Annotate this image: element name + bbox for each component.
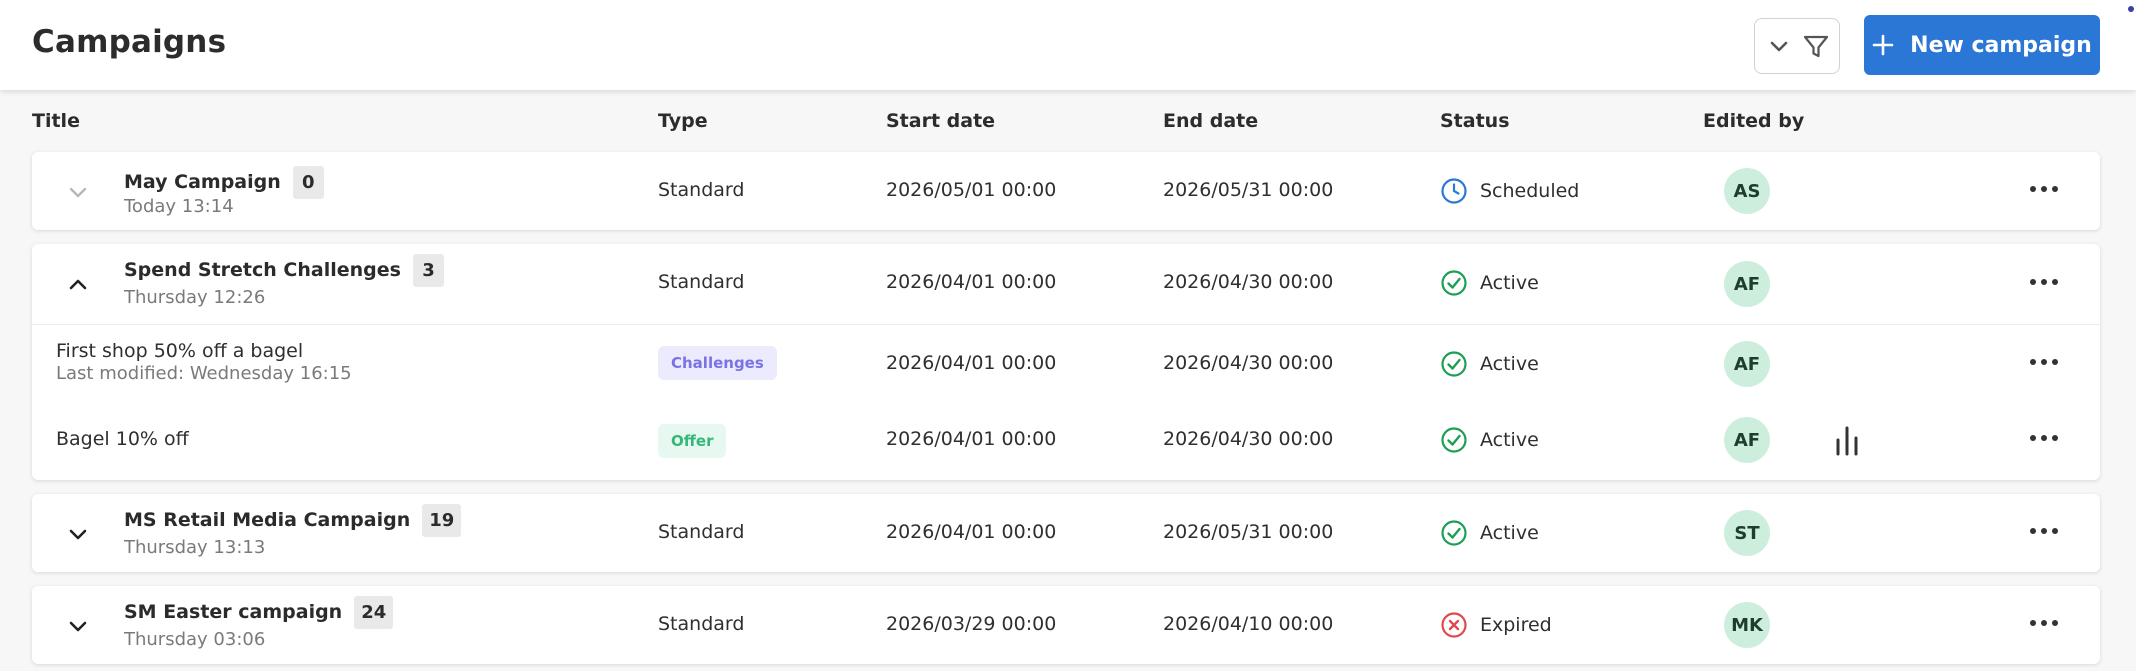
- status-badge: Active: [1440, 350, 1539, 378]
- more-horizontal-icon[interactable]: [2030, 620, 2060, 630]
- notification-dot: [2128, 6, 2134, 12]
- campaign-modified: Thursday 13:13: [124, 537, 266, 558]
- more-horizontal-icon[interactable]: [2030, 359, 2060, 369]
- filter-button[interactable]: [1754, 18, 1840, 74]
- top-bar: Campaigns New campaign: [0, 0, 2136, 90]
- campaign-title-text: Spend Stretch Challenges: [124, 259, 401, 281]
- campaign-title[interactable]: MS Retail Media Campaign 19: [124, 504, 462, 537]
- campaign-end-date: 2026/04/30 00:00: [1163, 271, 1334, 293]
- column-end-date[interactable]: End date: [1163, 110, 1258, 132]
- table-row[interactable]: Spend Stretch Challenges 3 Thursday 12:26…: [32, 244, 2100, 324]
- avatar: AF: [1724, 417, 1770, 463]
- chevron-down-icon: [1770, 41, 1788, 52]
- campaign-type: Standard: [658, 521, 745, 543]
- avatar: MK: [1724, 602, 1770, 648]
- status-badge: Active: [1440, 519, 1539, 547]
- status-badge: Active: [1440, 269, 1539, 297]
- campaign-title[interactable]: Spend Stretch Challenges 3: [124, 254, 444, 287]
- chevron-down-icon[interactable]: [62, 176, 94, 208]
- type-badge: Challenges: [658, 346, 777, 380]
- column-status[interactable]: Status: [1440, 110, 1510, 132]
- check-circle-icon: [1441, 270, 1467, 296]
- filter-funnel-icon: [1803, 35, 1829, 58]
- bar-chart-icon[interactable]: [1832, 424, 1862, 456]
- status-label: Scheduled: [1480, 180, 1580, 202]
- column-type[interactable]: Type: [658, 110, 708, 132]
- check-circle-icon: [1441, 427, 1467, 453]
- new-campaign-button[interactable]: New campaign: [1864, 15, 2100, 75]
- campaign-modified: Thursday 03:06: [124, 629, 266, 650]
- campaign-start-date: 2026/04/01 00:00: [886, 271, 1057, 293]
- campaign-type: Standard: [658, 613, 745, 635]
- more-horizontal-icon[interactable]: [2030, 528, 2060, 538]
- x-circle-icon: [1441, 612, 1467, 638]
- campaign-title[interactable]: May Campaign 0: [124, 166, 324, 199]
- table-header: Title Type Start date End date Status Ed…: [0, 110, 2136, 140]
- campaign-type: Standard: [658, 271, 745, 293]
- campaign-title-text: MS Retail Media Campaign: [124, 509, 411, 531]
- new-campaign-label: New campaign: [1910, 32, 2092, 58]
- campaign-modified: Thursday 12:26: [124, 287, 266, 308]
- status-label: Active: [1480, 272, 1539, 294]
- column-title[interactable]: Title: [32, 110, 80, 132]
- status-label: Active: [1480, 429, 1539, 451]
- campaign-card: Spend Stretch Challenges 3 Thursday 12:26…: [32, 244, 2100, 480]
- more-horizontal-icon[interactable]: [2030, 186, 2060, 196]
- offer-title[interactable]: First shop 50% off a bagel: [56, 340, 303, 362]
- status-label: Active: [1480, 353, 1539, 375]
- check-circle-icon: [1441, 520, 1467, 546]
- avatar: AF: [1724, 261, 1770, 307]
- column-edited-by[interactable]: Edited by: [1703, 110, 1804, 132]
- campaign-end-date: 2026/05/31 00:00: [1163, 521, 1334, 543]
- campaign-title-text: May Campaign: [124, 171, 281, 193]
- more-horizontal-icon[interactable]: [2030, 435, 2060, 445]
- campaign-card: MS Retail Media Campaign 19 Thursday 13:1…: [32, 494, 2100, 572]
- avatar: AF: [1724, 341, 1770, 387]
- child-row[interactable]: First shop 50% off a bagel Last modified…: [32, 325, 2100, 400]
- plus-icon: [1872, 34, 1894, 56]
- campaign-count-badge: 0: [292, 166, 324, 199]
- offer-title[interactable]: Bagel 10% off: [56, 428, 189, 450]
- offer-start-date: 2026/04/01 00:00: [886, 428, 1057, 450]
- campaign-title-text: SM Easter campaign: [124, 601, 343, 623]
- offer-modified: Last modified: Wednesday 16:15: [56, 363, 352, 384]
- type-badge: Offer: [658, 424, 727, 458]
- more-horizontal-icon[interactable]: [2030, 279, 2060, 289]
- status-badge: Active: [1440, 426, 1539, 454]
- check-circle-icon: [1441, 351, 1467, 377]
- table-row[interactable]: SM Easter campaign 24 Thursday 03:06 Stan…: [32, 586, 2100, 664]
- campaign-modified: Today 13:14: [124, 196, 234, 217]
- chevron-down-icon[interactable]: [62, 610, 94, 642]
- campaign-card: May Campaign 0 Today 13:14 Standard 2026/…: [32, 152, 2100, 230]
- status-badge: Scheduled: [1440, 177, 1579, 205]
- chevron-down-icon[interactable]: [62, 518, 94, 550]
- campaign-count-badge: 19: [422, 504, 462, 537]
- offer-end-date: 2026/04/30 00:00: [1163, 352, 1334, 374]
- campaign-title[interactable]: SM Easter campaign 24: [124, 596, 394, 629]
- avatar: ST: [1724, 510, 1770, 556]
- status-label: Active: [1480, 522, 1539, 544]
- status-badge: Expired: [1440, 611, 1552, 639]
- avatar: AS: [1724, 168, 1770, 214]
- campaign-end-date: 2026/04/10 00:00: [1163, 613, 1334, 635]
- chevron-up-icon[interactable]: [62, 269, 94, 301]
- campaign-type: Standard: [658, 179, 745, 201]
- offer-start-date: 2026/04/01 00:00: [886, 352, 1057, 374]
- table-row[interactable]: MS Retail Media Campaign 19 Thursday 13:1…: [32, 494, 2100, 572]
- campaign-card: SM Easter campaign 24 Thursday 03:06 Stan…: [32, 586, 2100, 664]
- campaign-count-badge: 24: [354, 596, 394, 629]
- page-title: Campaigns: [32, 24, 227, 60]
- campaign-count-badge: 3: [412, 254, 444, 287]
- campaign-start-date: 2026/04/01 00:00: [886, 521, 1057, 543]
- campaign-start-date: 2026/05/01 00:00: [886, 179, 1057, 201]
- offer-end-date: 2026/04/30 00:00: [1163, 428, 1334, 450]
- campaign-start-date: 2026/03/29 00:00: [886, 613, 1057, 635]
- column-start-date[interactable]: Start date: [886, 110, 995, 132]
- clock-icon: [1441, 178, 1467, 204]
- campaign-end-date: 2026/05/31 00:00: [1163, 179, 1334, 201]
- table-row[interactable]: May Campaign 0 Today 13:14 Standard 2026/…: [32, 152, 2100, 230]
- status-label: Expired: [1480, 614, 1552, 636]
- child-row[interactable]: Bagel 10% off Offer 2026/04/01 00:00 202…: [32, 400, 2100, 480]
